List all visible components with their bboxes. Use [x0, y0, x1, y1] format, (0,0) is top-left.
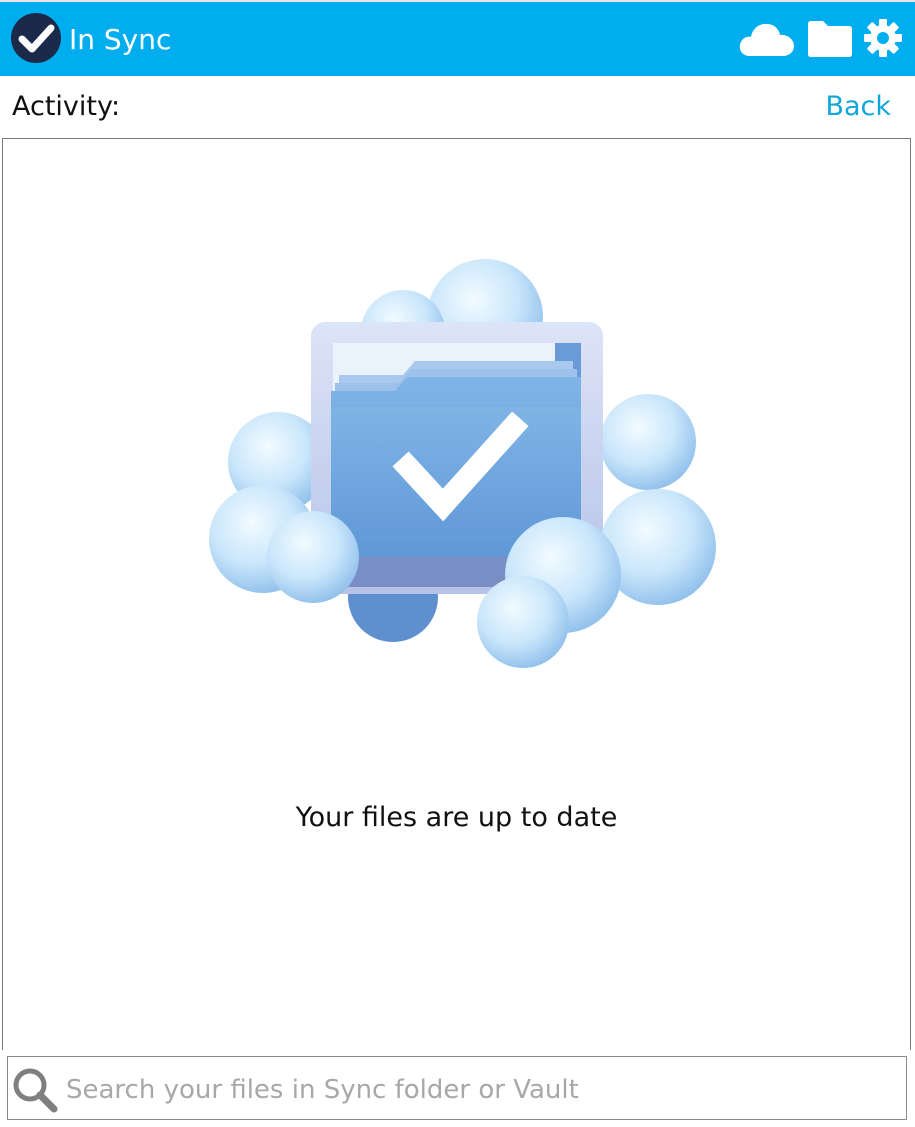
folder-button[interactable]: [806, 16, 854, 60]
activity-header: Activity: Back: [0, 76, 915, 138]
folder-icon: [808, 21, 852, 57]
up-to-date-message: Your files are up to date: [295, 802, 618, 833]
settings-button[interactable]: [862, 16, 904, 60]
search-box[interactable]: [7, 1056, 907, 1120]
search-icon: [10, 1065, 60, 1115]
search-area: [0, 1050, 915, 1127]
folder-cloud-check-illustration: [203, 257, 723, 677]
sync-status-label: In Sync: [69, 23, 172, 56]
gear-icon: [864, 19, 902, 57]
activity-label: Activity:: [12, 91, 121, 122]
activity-panel: Your files are up to date: [2, 138, 911, 1050]
search-input[interactable]: [64, 1069, 898, 1111]
top-status-bar: In Sync: [0, 0, 915, 76]
checkmark-circle-icon: [10, 12, 62, 64]
back-link[interactable]: Back: [825, 90, 891, 124]
cloud-icon: [739, 23, 794, 56]
cloud-button[interactable]: [738, 16, 796, 60]
